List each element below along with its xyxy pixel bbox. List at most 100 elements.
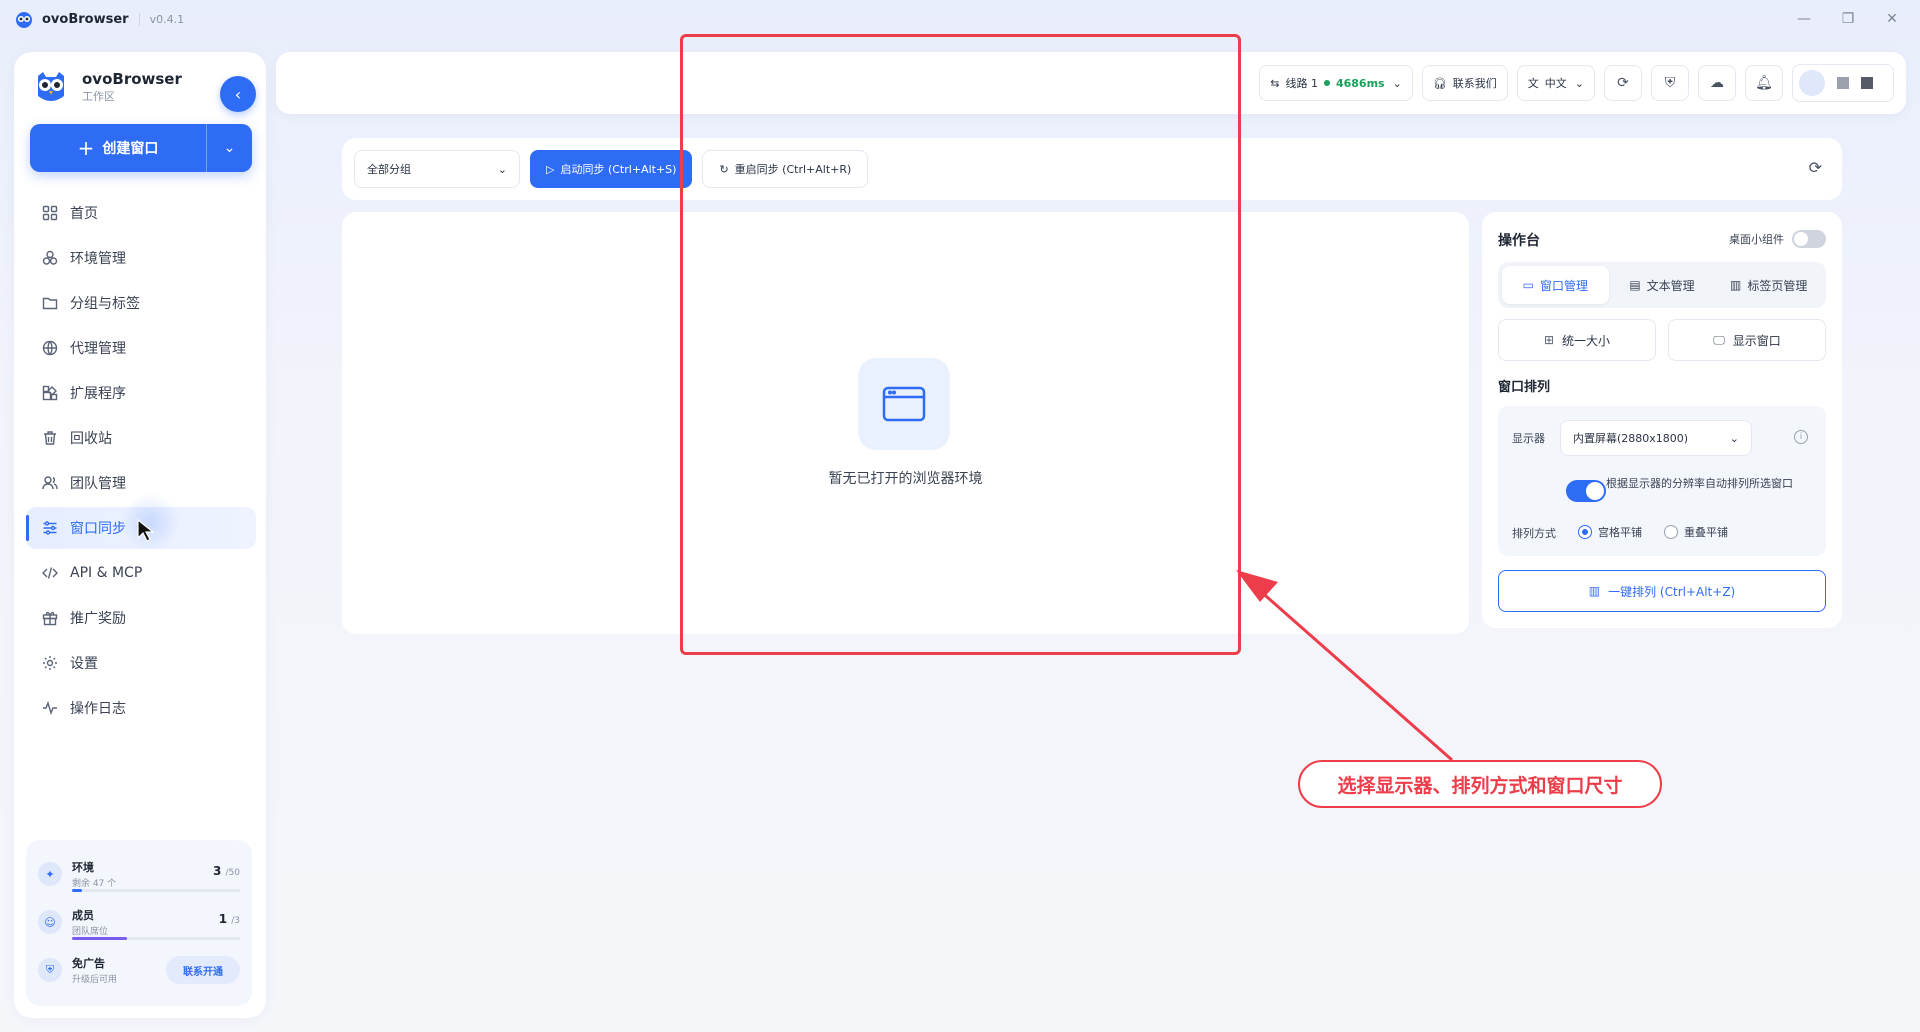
brand: ovoBrowser 工作区 (32, 68, 182, 106)
one-click-arrange-button[interactable]: ▥ 一键排列 (Ctrl+Alt+Z) (1498, 570, 1826, 612)
group-select[interactable]: 全部分组 ⌄ (354, 150, 520, 188)
users-icon: ☺ (38, 910, 62, 934)
create-window-label: 创建窗口 (102, 141, 159, 157)
title-bar: ovoBrowser v0.4.1 — ❐ ✕ (0, 0, 1920, 38)
radio-unselected (1664, 525, 1678, 539)
chevron-down-icon: ⌄ (223, 140, 236, 156)
chevron-down-icon: ⌄ (1574, 76, 1584, 90)
bell-icon: 🔔︎ (1755, 75, 1773, 91)
auto-arrange-toggle[interactable] (1566, 480, 1606, 502)
display-select-value: 内置屏幕(2880x1800) (1573, 432, 1689, 445)
contact-label: 联系我们 (1452, 77, 1497, 90)
notifications-button[interactable]: 🔔︎ (1745, 65, 1783, 101)
quota-progress (72, 937, 240, 940)
quota-total: /3 (231, 916, 240, 926)
sidebar-nav: 首页 环境管理 分组与标签 代理管理 扩展程序 回收站 团队管理 窗口同步 AP… (26, 192, 256, 732)
radio-overlap-tile[interactable]: 重叠平铺 (1664, 524, 1728, 540)
grid-icon (40, 203, 60, 223)
contact-activate-button[interactable]: 联系开通 (166, 956, 240, 984)
start-sync-button[interactable]: ▷ 启动同步 (Ctrl+Alt+S) (530, 150, 693, 188)
quota-members: ☺ 成员 团队席位 1 /3 (38, 898, 240, 946)
tab-tab-management[interactable]: ▥ 标签页管理 (1715, 266, 1822, 304)
sidebar-item-proxies[interactable]: 代理管理 (26, 327, 256, 369)
radio-label: 重叠平铺 (1684, 526, 1728, 539)
grid-icon: ⊞ (1543, 333, 1555, 347)
sidebar-item-extensions[interactable]: 扩展程序 (26, 372, 256, 414)
app-title: ovoBrowser (42, 11, 129, 27)
sidebar-item-home[interactable]: 首页 (26, 192, 256, 234)
play-icon: ▷ (546, 162, 555, 176)
pulse-icon (40, 698, 60, 718)
plus-icon: + (77, 136, 95, 160)
radio-grid-tile[interactable]: 宫格平铺 (1578, 524, 1642, 540)
close-icon[interactable]: ✕ (1870, 6, 1914, 32)
sidebar-item-label: 操作日志 (70, 701, 126, 717)
window-icon: ▭ (1522, 278, 1534, 292)
shield-icon: ⛨ (1664, 75, 1676, 91)
line-selector[interactable]: ⇆ 线路 1 4686ms ⌄ (1259, 65, 1413, 101)
chevron-left-icon: ‹ (234, 84, 242, 104)
code-icon (40, 563, 60, 583)
quota-title: 环境 (72, 861, 94, 874)
quota-ad-free: ⛨ 免广告 升级后可用 联系开通 (38, 946, 240, 994)
sidebar-item-environments[interactable]: 环境管理 (26, 237, 256, 279)
users-icon (40, 473, 60, 493)
columns-icon: ▥ (1730, 278, 1742, 292)
collapse-sidebar-button[interactable]: ‹ (220, 76, 256, 112)
console-tabs: ▭ 窗口管理 ▤ 文本管理 ▥ 标签页管理 (1498, 262, 1826, 308)
display-select[interactable]: 内置屏幕(2880x1800) ⌄ (1560, 420, 1752, 456)
annotation-highlight-box (680, 34, 1241, 655)
monitor-icon: 🖵︎ (1713, 332, 1725, 347)
tab-text-management[interactable]: ▤ 文本管理 (1609, 266, 1716, 304)
status-dot (1323, 80, 1330, 86)
gift-icon (40, 608, 60, 628)
tab-label: 标签页管理 (1747, 278, 1808, 293)
cloud-sync-button[interactable]: ☁ (1698, 65, 1736, 101)
quota-value: 3 /50 (213, 864, 240, 878)
quota-subtitle: 团队席位 (72, 927, 109, 937)
quota-value: 1 /3 (219, 912, 240, 926)
sidebar-item-referral[interactable]: 推广奖励 (26, 597, 256, 639)
desktop-widget-toggle[interactable] (1792, 230, 1826, 248)
restore-icon[interactable]: ❐ (1826, 6, 1870, 32)
radio-label: 宫格平铺 (1598, 526, 1642, 539)
sidebar-item-label: 回收站 (70, 431, 112, 447)
one-click-arrange-label: 一键排列 (Ctrl+Alt+Z) (1608, 584, 1736, 599)
cloud-icon: ☁ (1710, 75, 1724, 91)
sidebar-item-trash[interactable]: 回收站 (26, 417, 256, 459)
minimize-icon[interactable]: — (1782, 6, 1826, 32)
create-window-main[interactable]: + 创建窗口 (30, 124, 206, 172)
auto-arrange-text: 根据显示器的分辨率自动排列所选窗口 (1606, 477, 1793, 490)
document-icon: ▤ (1629, 278, 1641, 292)
owl-logo-icon (38, 72, 64, 101)
sidebar-item-label: API & MCP (70, 565, 143, 581)
tab-window-management[interactable]: ▭ 窗口管理 (1502, 266, 1609, 304)
refresh-icon: ⟳ (1617, 75, 1629, 91)
chevron-down-icon: ⌄ (497, 162, 507, 176)
create-window-button[interactable]: + 创建窗口 ⌄ (30, 124, 252, 172)
info-icon[interactable]: i (1794, 430, 1808, 444)
tab-label: 窗口管理 (1540, 278, 1589, 293)
sidebar-item-settings[interactable]: 设置 (26, 642, 256, 684)
create-window-dropdown[interactable]: ⌄ (206, 124, 252, 172)
mouse-cursor-icon (137, 518, 155, 542)
refresh-icon[interactable]: ⟳ (1809, 158, 1822, 177)
uniform-size-button[interactable]: ⊞ 统一大小 (1498, 319, 1656, 361)
language-selector[interactable]: 文 中文 ⌄ (1516, 65, 1595, 101)
security-button[interactable]: ⛨ (1651, 65, 1689, 101)
redacted-block (1861, 77, 1873, 89)
show-window-button[interactable]: 🖵︎ 显示窗口 (1668, 319, 1826, 361)
route-icon: ⇆ (1270, 76, 1280, 90)
sidebar-item-label: 设置 (70, 656, 98, 672)
refresh-button[interactable]: ⟳ (1604, 65, 1642, 101)
globe-icon (40, 338, 60, 358)
user-menu[interactable] (1792, 64, 1894, 102)
redacted-block (1837, 77, 1849, 89)
sidebar-item-api-mcp[interactable]: API & MCP (26, 552, 256, 594)
sidebar-item-label: 团队管理 (70, 476, 126, 492)
contact-us-button[interactable]: 🎧︎ 联系我们 (1421, 65, 1508, 101)
sidebar-item-operation-log[interactable]: 操作日志 (26, 687, 256, 729)
app-version: v0.4.1 (138, 12, 184, 26)
radio-selected (1578, 525, 1592, 539)
sidebar-item-groups-tags[interactable]: 分组与标签 (26, 282, 256, 324)
